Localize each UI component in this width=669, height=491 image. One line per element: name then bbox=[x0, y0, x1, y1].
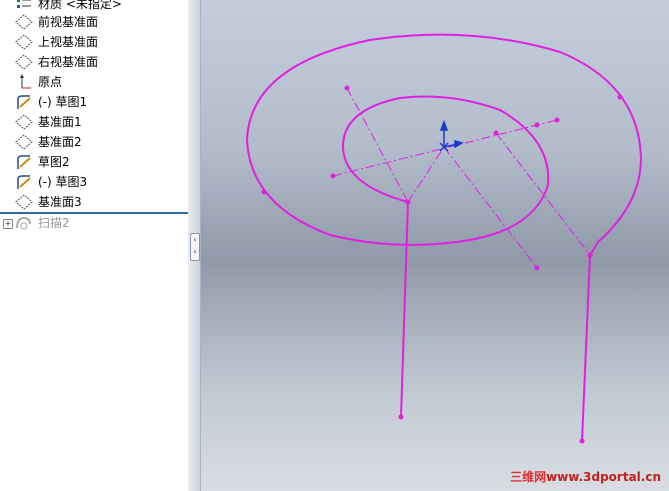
sketch-points[interactable] bbox=[261, 85, 623, 444]
plane-icon bbox=[14, 53, 34, 71]
tree-item-right-plane[interactable]: 右视基准面 bbox=[14, 52, 98, 72]
tree-item-label: 上视基准面 bbox=[38, 35, 99, 49]
tree-item-sketch1[interactable]: (-) 草图1 bbox=[14, 92, 87, 112]
sweep-icon bbox=[14, 214, 34, 232]
tree-item-front-plane[interactable]: 前视基准面 bbox=[14, 12, 98, 32]
tree-item-label: 原点 bbox=[38, 75, 63, 89]
plane-icon bbox=[14, 133, 34, 151]
origin-icon bbox=[14, 73, 34, 91]
sketch-icon bbox=[14, 93, 34, 111]
plane-icon bbox=[14, 193, 34, 211]
collapse-panel-handle[interactable]: ‹ ‹ bbox=[190, 233, 200, 261]
expand-toggle[interactable]: + bbox=[3, 219, 13, 229]
tree-item-plane2[interactable]: 基准面2 bbox=[14, 132, 82, 152]
watermark-cn: 三维网 bbox=[510, 470, 547, 484]
tree-item-sketch3[interactable]: (-) 草图3 bbox=[14, 172, 87, 192]
sketch-icon bbox=[14, 173, 34, 191]
right-vertical-line[interactable] bbox=[581, 254, 591, 442]
tree-item-label: 基准面2 bbox=[38, 135, 82, 149]
watermark: 三维网www.3dportal.cn bbox=[510, 468, 661, 485]
plane-icon bbox=[14, 13, 34, 31]
tree-item-label: 基准面1 bbox=[38, 115, 82, 129]
tree-item-origin[interactable]: 原点 bbox=[14, 72, 62, 92]
tree-item-label: 扫描2 bbox=[38, 216, 70, 230]
graphics-area[interactable]: 三维网www.3dportal.cn bbox=[201, 0, 669, 491]
tree-item-sweep2[interactable]: 扫描2 bbox=[14, 213, 70, 233]
plane-icon bbox=[14, 113, 34, 131]
tree-item-plane3[interactable]: 基准面3 bbox=[14, 192, 82, 212]
sketch-geometry bbox=[245, 33, 643, 444]
tree-item-label: 右视基准面 bbox=[38, 55, 99, 69]
tree-item-top-plane[interactable]: 上视基准面 bbox=[14, 32, 98, 52]
tree-item-label: (-) 草图3 bbox=[38, 175, 88, 189]
tree-item-plane1[interactable]: 基准面1 bbox=[14, 112, 82, 132]
tree-item-label: 前视基准面 bbox=[38, 15, 99, 29]
plane-icon bbox=[14, 33, 34, 51]
tree-item-sketch2[interactable]: 草图2 bbox=[14, 152, 70, 172]
watermark-url: www.3dportal.cn bbox=[546, 470, 661, 484]
tree-item-label: (-) 草图1 bbox=[38, 95, 88, 109]
feature-manager-tree: 材质 <未指定> 前视基准面 上视基准面 右视基准面 原点 (-) 草图1 基准… bbox=[0, 0, 189, 491]
tree-item-label: 草图2 bbox=[38, 155, 70, 169]
left-vertical-line[interactable] bbox=[400, 201, 409, 418]
tree-item-label: 基准面3 bbox=[38, 195, 82, 209]
sketch-icon bbox=[14, 153, 34, 171]
